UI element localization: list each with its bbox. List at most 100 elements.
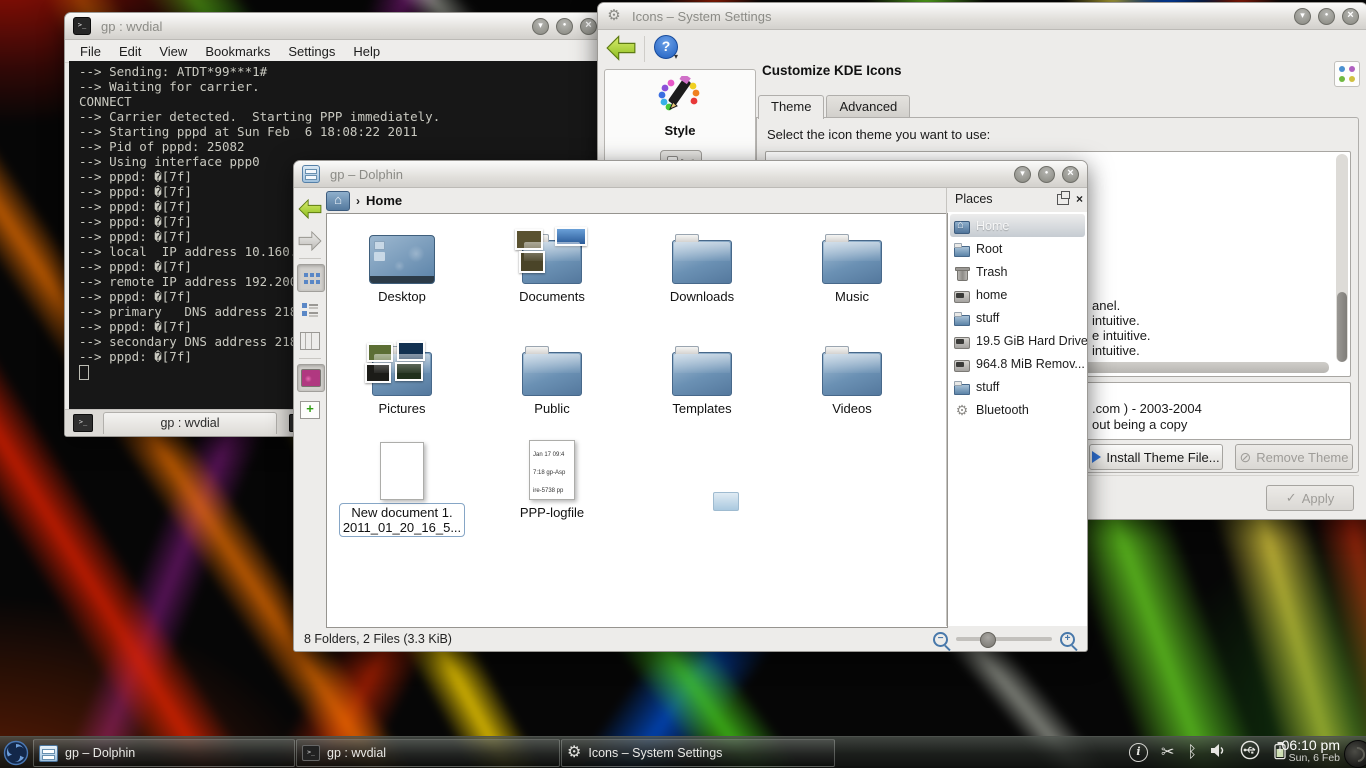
trash-icon [954, 265, 970, 279]
place-home-partition[interactable]: home [948, 283, 1087, 306]
folder-item[interactable]: Downloads [632, 222, 772, 304]
place-home[interactable]: Home [950, 214, 1085, 237]
task-dolphin[interactable]: gp – Dolphin [33, 739, 295, 767]
drag-ghost-icon [713, 492, 739, 511]
settings-titlebar[interactable]: ⚙ Icons – System Settings ▾ ● × [598, 3, 1366, 30]
install-theme-file-button[interactable]: Install Theme File... [1089, 444, 1223, 470]
scrollbar[interactable] [1336, 154, 1348, 362]
folder-item[interactable]: Music [782, 222, 922, 304]
sidebar-item-style[interactable]: Style [605, 76, 755, 138]
theme-description-line: .com ) - 2003-2004 [1092, 401, 1202, 416]
corner-logo-icon[interactable] [1344, 740, 1366, 768]
file-view[interactable]: Desktop Documents Downloads Music [326, 213, 948, 628]
tab-theme[interactable]: Theme [758, 95, 824, 119]
dolphin-titlebar[interactable]: gp – Dolphin ▾ ● × [294, 161, 1087, 188]
menu-settings[interactable]: Settings [279, 44, 344, 59]
volume-icon[interactable] [1210, 743, 1227, 763]
dolphin-app-icon [302, 165, 320, 183]
float-panel-icon[interactable] [1057, 194, 1069, 205]
zoom-slider-thumb[interactable] [980, 632, 996, 648]
clock-date: Sun, 6 Feb [1282, 753, 1340, 765]
back-button[interactable] [606, 35, 636, 66]
close-button[interactable]: × [1342, 8, 1359, 25]
forward-button[interactable] [297, 228, 323, 254]
menu-file[interactable]: File [71, 44, 110, 59]
file-item-selected[interactable]: New document 1.2011_01_20_16_5... [332, 436, 472, 537]
task-system-settings[interactable]: ⚙ Icons – System Settings [561, 739, 835, 767]
task-wvdial[interactable]: >_ gp : wvdial [296, 739, 560, 767]
remove-theme-button[interactable]: ⊘ Remove Theme [1235, 444, 1353, 470]
place-hard-drive[interactable]: 19.5 GiB Hard Drive [948, 329, 1087, 352]
usb-device-icon[interactable] [1240, 740, 1260, 765]
details-view-button[interactable] [297, 296, 323, 322]
new-tab-button[interactable]: >_ [73, 414, 93, 432]
place-stuff-2[interactable]: stuff [948, 375, 1087, 398]
clock-time: 06:10 pm [1282, 738, 1340, 753]
maximize-button[interactable]: ● [1038, 166, 1055, 183]
terminal-tab[interactable]: gp : wvdial [103, 412, 277, 434]
breadcrumb-home[interactable]: Home [366, 193, 402, 208]
folder-icon [954, 380, 970, 394]
terminal-line: --> Sending: ATDT*99***1# [79, 64, 599, 79]
folder-item[interactable]: Pictures [332, 334, 472, 416]
place-removable-drive[interactable]: 964.8 MiB Remov... [948, 352, 1087, 375]
close-button[interactable]: × [580, 18, 597, 35]
theme-list-item[interactable]: anel. [1092, 298, 1120, 313]
terminal-titlebar[interactable]: >_ gp : wvdial ▾ ● × [65, 13, 605, 40]
bluetooth-icon[interactable]: ᛒ [1187, 745, 1197, 761]
chevron-down-icon[interactable]: ▾ [674, 52, 678, 61]
folder-item[interactable]: Videos [782, 334, 922, 416]
style-icon [657, 76, 703, 116]
places-list: Home Root Trash home stuff [948, 212, 1087, 626]
theme-list-item[interactable]: intuitive. [1092, 343, 1140, 358]
place-bluetooth[interactable]: ⚙ Bluetooth [948, 398, 1087, 421]
folder-item[interactable]: Desktop [332, 222, 472, 304]
terminal-line: --> Pid of pppd: 25082 [79, 139, 599, 154]
folder-icon [822, 240, 882, 284]
menu-help[interactable]: Help [344, 44, 389, 59]
close-button[interactable]: × [1062, 166, 1079, 183]
openbox-logo-icon[interactable] [3, 740, 29, 768]
place-stuff[interactable]: stuff [948, 306, 1087, 329]
theme-list-item[interactable]: intuitive. [1092, 313, 1140, 328]
home-icon[interactable]: ⌂ [326, 191, 350, 211]
details-view-icon [301, 301, 319, 317]
split-view-button[interactable]: + [297, 397, 323, 423]
folder-item[interactable]: Templates [632, 334, 772, 416]
menu-bookmarks[interactable]: Bookmarks [196, 44, 279, 59]
minimize-button[interactable]: ▾ [532, 18, 549, 35]
minimize-button[interactable]: ▾ [1294, 8, 1311, 25]
info-tray-icon[interactable]: i [1129, 743, 1148, 762]
scrollbar-thumb[interactable] [1337, 292, 1347, 362]
folder-item[interactable]: Public [482, 334, 622, 416]
menu-edit[interactable]: Edit [110, 44, 150, 59]
folder-item[interactable]: Documents [482, 222, 622, 304]
overview-dots-icon[interactable] [1334, 61, 1360, 87]
minimize-button[interactable]: ▾ [1014, 166, 1031, 183]
icons-view-button[interactable] [297, 264, 325, 292]
preview-toggle-button[interactable] [297, 364, 325, 392]
documents-folder-icon [522, 240, 582, 284]
logfile-preview-icon: Jan 17 09:4 7:18 gp-Asp ire-5738 pp pd[1… [529, 440, 575, 500]
apply-button[interactable]: ✓ Apply [1266, 485, 1354, 511]
maximize-button[interactable]: ● [1318, 8, 1335, 25]
close-panel-icon[interactable]: × [1076, 194, 1083, 204]
places-panel-title: Places [955, 192, 993, 206]
place-trash[interactable]: Trash [948, 260, 1087, 283]
tab-advanced[interactable]: Advanced [826, 95, 910, 117]
zoom-slider[interactable] [956, 637, 1052, 641]
theme-list-item[interactable]: e intuitive. [1092, 328, 1151, 343]
menu-view[interactable]: View [150, 44, 196, 59]
folder-icon [522, 352, 582, 396]
toolbar-separator [644, 36, 645, 62]
place-root[interactable]: Root [948, 237, 1087, 260]
back-button[interactable] [297, 196, 323, 222]
folder-icon [822, 352, 882, 396]
zoom-out-icon[interactable]: − [933, 632, 948, 647]
clock[interactable]: 06:10 pm Sun, 6 Feb [1282, 738, 1340, 765]
maximize-button[interactable]: ● [556, 18, 573, 35]
columns-view-button[interactable] [297, 328, 323, 354]
klipper-scissors-icon[interactable]: ✂ [1161, 745, 1174, 761]
zoom-in-icon[interactable]: + [1060, 632, 1075, 647]
file-item[interactable]: Jan 17 09:4 7:18 gp-Asp ire-5738 pp pd[1… [482, 436, 622, 520]
